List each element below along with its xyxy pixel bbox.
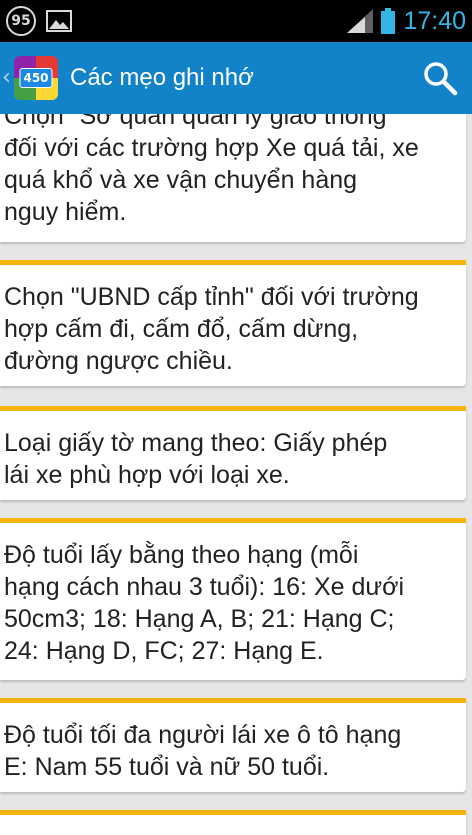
signal-icon	[347, 9, 374, 33]
list-item[interactable]: Độ tuổi tối đa người lái xe ô tô hạng E:…	[0, 698, 466, 792]
tip-text: Độ tuổi lấy bằng theo hạng (mỗi hạng các…	[4, 541, 405, 665]
app-bar: ‹ 450 Các mẹo ghi nhớ	[0, 42, 472, 114]
status-bar: 95 17:40	[0, 0, 472, 42]
tips-list[interactable]: Chọn "Sở quản quản lý giao thông" đối vớ…	[0, 114, 472, 835]
app-logo-text: 450	[19, 68, 53, 88]
app-logo[interactable]: 450	[14, 56, 58, 100]
clock: 17:40	[403, 6, 466, 35]
tip-text: Chọn "Sở quản quản lý giao thông" đối vớ…	[4, 114, 419, 226]
tip-text: Loại giấy tờ mang theo: Giấy phép lái xe…	[4, 429, 388, 489]
battery-icon	[381, 8, 396, 34]
notification-count-badge: 95	[6, 6, 36, 36]
tip-text: Chọn "UBND cấp tỉnh" đối với trường hợp …	[4, 283, 419, 375]
image-notification-icon	[46, 10, 72, 32]
list-item[interactable]: Chọn "Sở quản quản lý giao thông" đối vớ…	[0, 114, 466, 242]
list-item[interactable]: Độ tuổi lấy bằng theo hạng (mỗi hạng các…	[0, 518, 466, 680]
page-title: Các mẹo ghi nhớ	[70, 64, 254, 91]
search-button[interactable]	[422, 60, 458, 96]
up-caret-icon[interactable]: ‹	[2, 67, 12, 89]
list-item[interactable]: Chọn "UBND cấp tỉnh" đối với trường hợp …	[0, 260, 466, 386]
list-item[interactable]	[0, 810, 466, 835]
search-icon	[424, 62, 458, 96]
list-item[interactable]: Loại giấy tờ mang theo: Giấy phép lái xe…	[0, 406, 466, 500]
tip-text: Độ tuổi tối đa người lái xe ô tô hạng E:…	[4, 721, 402, 781]
